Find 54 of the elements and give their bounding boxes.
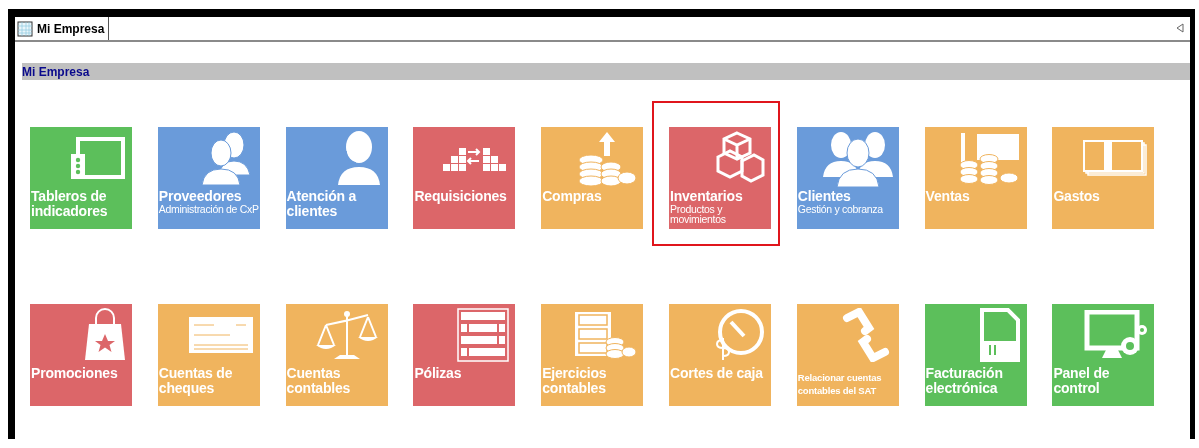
banknotes-icon [1082,139,1149,177]
module-tile[interactable]: Compras [541,127,644,229]
module-tile[interactable]: Requisiciones [413,127,516,229]
document-icon [978,307,1021,363]
document-tab[interactable]: Mi Empresa [15,17,110,40]
tile-title: Panel de control [1053,366,1111,396]
module-tile[interactable]: Facturación electrónica [924,304,1027,406]
tile-title: Cuentas de cheques [158,366,234,396]
grid-icon [17,20,33,37]
tile-title: Gastos [1053,189,1101,204]
module-tile[interactable]: Cuentas de cheques [157,304,260,406]
module-tile[interactable]: Promociones [30,304,132,406]
tile-title: Cortes de caja [670,366,764,381]
tile-title: Compras [542,189,603,204]
tile-title: Pólizas [414,366,463,381]
module-tile[interactable]: Cortes de caja [669,304,771,406]
tile-title: Ejercicios contables [542,366,608,396]
module-tile[interactable]: Clientes Gestión y cobranza [796,127,899,229]
section-title: Mi Empresa [22,64,90,79]
chart-coins-icon [958,131,1021,185]
tile-title: Ventas [925,189,971,204]
tile-title: Facturación electrónica [925,366,1004,396]
tile-title: Tableros de indicadores [31,189,109,219]
module-tile[interactable]: Ventas [924,127,1027,229]
module-tile[interactable]: Tableros de indicadores [30,127,132,229]
coins-arrow-icon [577,130,638,186]
tile-title: Inventarios [670,189,744,204]
module-tile[interactable]: Gastos [1052,127,1155,229]
tile-title: Relacionar cuentas contables del SAT [797,371,883,397]
tile-subtitle: Gestión y cobranza [797,204,884,214]
module-tile[interactable]: Inventarios Productos y movimientos [669,127,771,229]
group-icon [822,129,893,187]
module-tile[interactable]: Proveedores Administración de CxP [157,127,260,229]
cheque-icon [187,316,254,354]
tile-title: Proveedores [158,189,243,204]
tile-title: Atención a clientes [286,189,358,219]
tile-title: Cuentas contables [286,366,352,396]
tile-title: Requisiciones [414,189,508,204]
tile-subtitle: Administración de CxP [158,204,260,214]
module-tile[interactable]: Atención a clientes [285,127,388,229]
module-tile[interactable]: Cuentas contables [285,304,388,406]
bag-star-icon [84,308,126,362]
tile-title: Promociones [31,366,119,381]
module-tile[interactable]: Panel de control [1052,304,1155,406]
tile-subtitle: Productos y movimientos [670,204,727,224]
monitor-gears-icon [1084,310,1149,360]
module-tile[interactable]: Ejercicios contables [541,304,644,406]
tile-title: Clientes [797,189,852,204]
scroll-left-icon[interactable] [1176,23,1184,33]
form-icon [457,308,510,362]
monitor-icon [68,136,126,180]
module-tile[interactable]: Pólizas [413,304,516,406]
module-tile[interactable]: Relacionar cuentas contables del SAT [796,304,899,406]
drawers-coins-icon [573,310,638,360]
